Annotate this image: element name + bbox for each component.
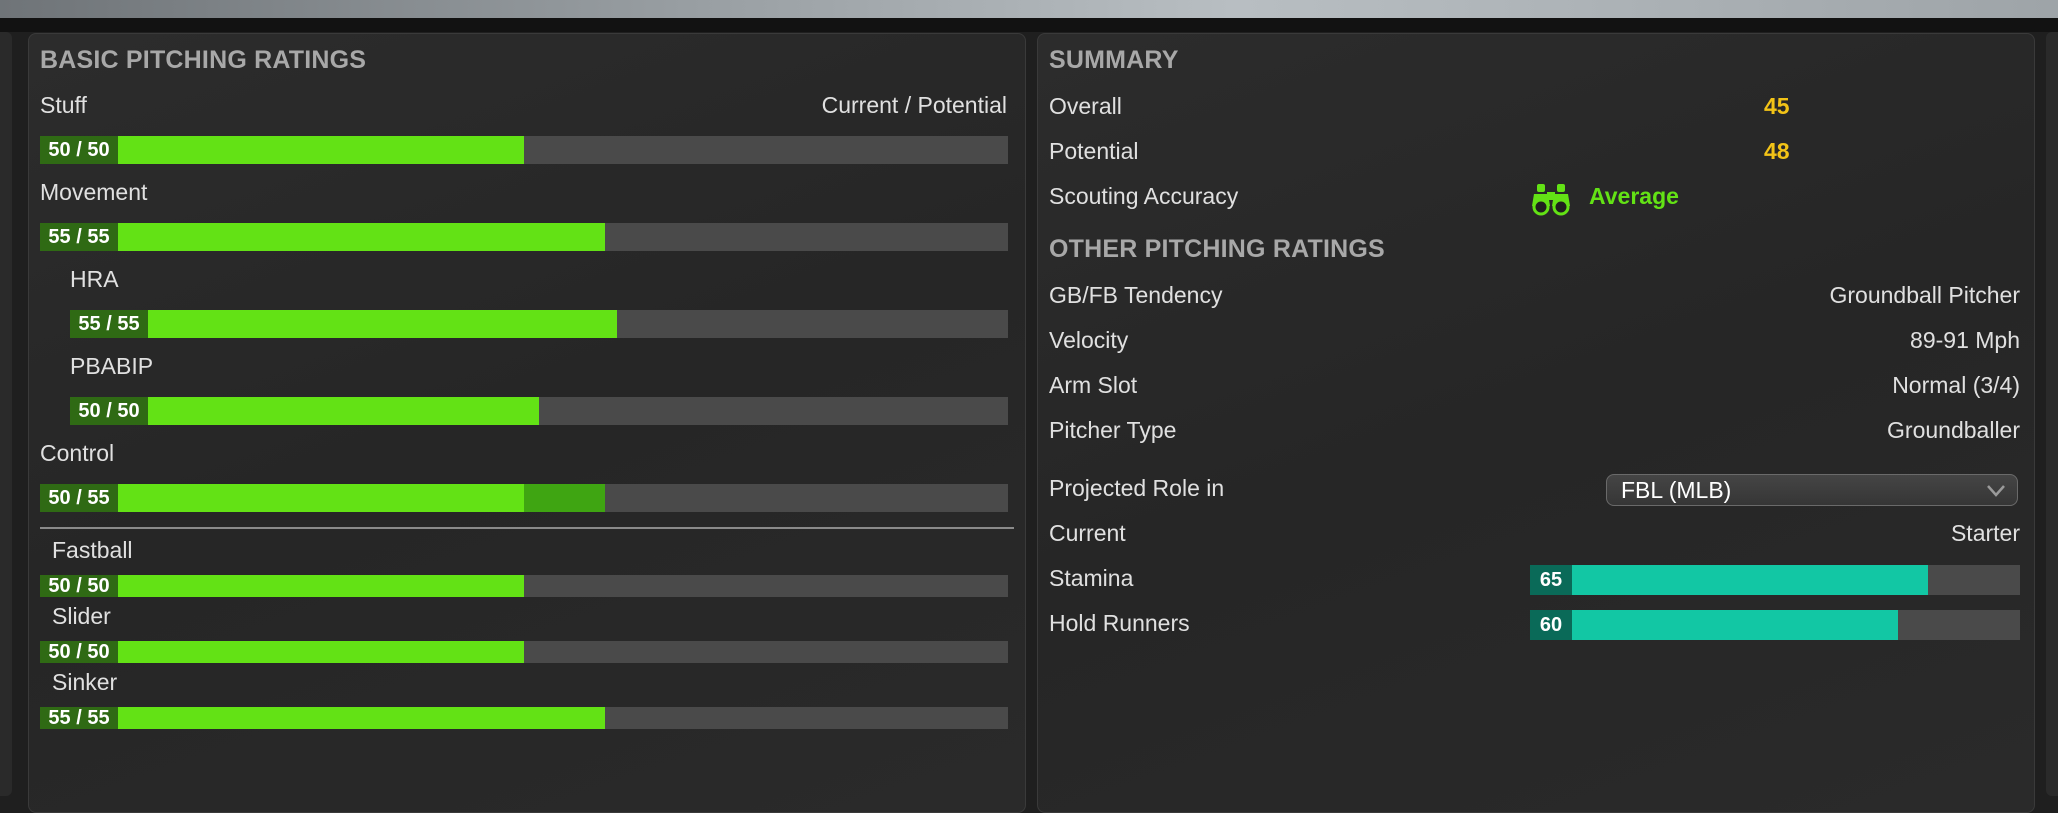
rating-bar-stuff: 50 / 50 bbox=[40, 136, 1008, 164]
rating-bar-pbabip: 50 / 50 bbox=[70, 397, 1008, 425]
section-divider bbox=[40, 527, 1014, 529]
rating-bar-hra: 55 / 55 bbox=[70, 310, 1008, 338]
summary-title: SUMMARY bbox=[1049, 46, 1179, 74]
velocity-label: Velocity bbox=[1049, 327, 1129, 353]
rating-label-movement: Movement bbox=[40, 179, 148, 205]
pitch-value-fastball: 50 / 50 bbox=[40, 575, 118, 597]
current-potential-header: Current / Potential bbox=[821, 92, 1007, 118]
right-edge-panel bbox=[2046, 32, 2058, 796]
pitch-bar-sinker: 55 / 55 bbox=[40, 707, 1008, 729]
potential-value: 48 bbox=[1764, 138, 1790, 164]
pitch-label-slider: Slider bbox=[52, 603, 111, 629]
pitch-label-fastball: Fastball bbox=[52, 537, 133, 563]
pitch-bar-fastball: 50 / 50 bbox=[40, 575, 1008, 597]
rating-value-hra: 55 / 55 bbox=[70, 310, 148, 338]
overall-label: Overall bbox=[1049, 93, 1122, 119]
league-select[interactable]: FBL (MLB) bbox=[1606, 474, 2018, 506]
velocity-value: 89-91 Mph bbox=[1910, 327, 2020, 353]
basic-pitching-ratings-title: BASIC PITCHING RATINGS bbox=[40, 46, 367, 74]
rating-label-control: Control bbox=[40, 440, 115, 466]
pitch-value-slider: 50 / 50 bbox=[40, 641, 118, 663]
gbfb-tendency-label: GB/FB Tendency bbox=[1049, 282, 1223, 308]
chevron-down-icon bbox=[1985, 479, 2007, 501]
rating-bar-movement: 55 / 55 bbox=[40, 223, 1008, 251]
pitch-bar-slider: 50 / 50 bbox=[40, 641, 1008, 663]
window-top-bar bbox=[0, 0, 2058, 18]
current-role-label: Current bbox=[1049, 520, 1126, 546]
pitcher-type-label: Pitcher Type bbox=[1049, 417, 1177, 443]
pitch-label-sinker: Sinker bbox=[52, 669, 118, 695]
potential-label: Potential bbox=[1049, 138, 1139, 164]
rating-value-control: 50 / 55 bbox=[40, 484, 118, 512]
stamina-fill bbox=[1530, 565, 1929, 595]
rating-label-stuff: Stuff bbox=[40, 92, 87, 118]
rating-value-movement: 55 / 55 bbox=[40, 223, 118, 251]
rating-fill bbox=[40, 223, 605, 251]
stamina-label: Stamina bbox=[1049, 565, 1134, 591]
league-select-value: FBL (MLB) bbox=[1621, 477, 1732, 503]
rating-fill bbox=[40, 707, 605, 729]
projected-role-label: Projected Role in bbox=[1049, 475, 1225, 501]
scouting-accuracy-label: Scouting Accuracy bbox=[1049, 183, 1239, 209]
pitcher-type-value: Groundballer bbox=[1887, 417, 2020, 443]
scouting-accuracy-value: Average bbox=[1589, 183, 1679, 209]
pitch-value-sinker: 55 / 55 bbox=[40, 707, 118, 729]
current-role-value: Starter bbox=[1950, 520, 2020, 546]
summary-panel bbox=[1037, 33, 2035, 813]
rating-value-pbabip: 50 / 50 bbox=[70, 397, 148, 425]
stamina-value: 65 bbox=[1530, 565, 1572, 595]
overall-value: 45 bbox=[1764, 93, 1790, 119]
hold-runners-value: 60 bbox=[1530, 610, 1572, 640]
rating-label-pbabip: PBABIP bbox=[70, 353, 154, 379]
rating-label-hra: HRA bbox=[70, 266, 119, 292]
other-pitching-ratings-title: OTHER PITCHING RATINGS bbox=[1049, 235, 1385, 263]
rating-fill bbox=[70, 310, 618, 338]
hold-runners-bar: 60 bbox=[1530, 610, 2020, 640]
hold-runners-fill bbox=[1530, 610, 1898, 640]
rating-bar-control: 50 / 55 bbox=[40, 484, 1008, 512]
arm-slot-value: Normal (3/4) bbox=[1892, 372, 2020, 398]
top-shadow bbox=[0, 18, 2058, 32]
hold-runners-label: Hold Runners bbox=[1049, 610, 1190, 636]
left-edge-panel bbox=[0, 32, 12, 796]
stamina-bar: 65 bbox=[1530, 565, 2020, 595]
rating-value-stuff: 50 / 50 bbox=[40, 136, 118, 164]
binoculars-icon bbox=[1530, 182, 1572, 216]
gbfb-tendency-value: Groundball Pitcher bbox=[1829, 282, 2021, 308]
arm-slot-label: Arm Slot bbox=[1049, 372, 1138, 398]
